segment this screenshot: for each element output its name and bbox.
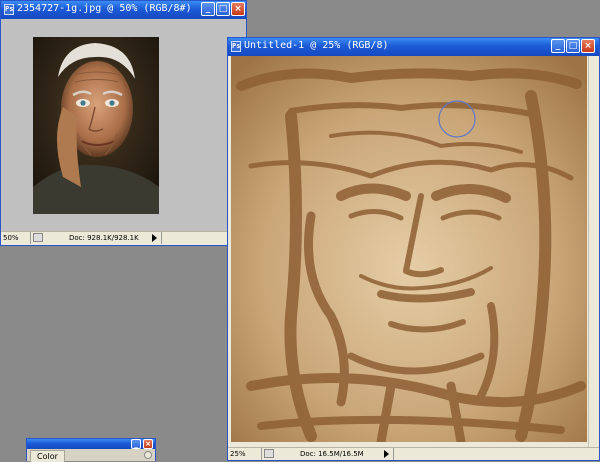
sketch-document-window[interactable]: Ps Untitled-1 @ 25% (RGB/8) _ □ × 25% Do…	[227, 37, 600, 461]
maximize-button[interactable]: □	[216, 2, 230, 16]
horizontal-scrollbar[interactable]	[393, 448, 598, 460]
minimize-button[interactable]: _	[201, 2, 215, 16]
status-menu-icon[interactable]	[264, 449, 274, 458]
maximize-button[interactable]: □	[566, 39, 580, 53]
color-panel-tabbar: Color	[27, 449, 155, 462]
close-button[interactable]: ×	[231, 2, 245, 16]
photo-window-title: 2354727-1g.jpg @ 50% (RGB/8#)	[17, 3, 192, 14]
color-panel-titlebar[interactable]: _ ×	[27, 439, 155, 449]
ps-document-icon: Ps	[4, 4, 14, 15]
vertical-scrollbar[interactable]	[588, 56, 599, 447]
photo-canvas-area[interactable]	[1, 19, 246, 232]
document-size: Doc: 16.5M/16.5M	[300, 450, 364, 458]
close-button[interactable]: ×	[143, 439, 153, 449]
photo-window-titlebar[interactable]: Ps 2354727-1g.jpg @ 50% (RGB/8#) _ □ ×	[1, 1, 246, 19]
minimize-button[interactable]: _	[551, 39, 565, 53]
sketch-window-title: Untitled-1 @ 25% (RGB/8)	[244, 40, 389, 51]
document-size: Doc: 928.1K/928.1K	[69, 234, 139, 242]
status-menu-icon[interactable]	[33, 233, 43, 242]
minimize-button[interactable]: _	[131, 439, 141, 449]
tab-color[interactable]: Color	[30, 450, 65, 462]
sketch-canvas[interactable]	[231, 56, 587, 442]
photo-document-window[interactable]: Ps 2354727-1g.jpg @ 50% (RGB/8#) _ □ × 5…	[0, 0, 247, 246]
portrait-photo	[33, 37, 159, 214]
sketch-window-titlebar[interactable]: Ps Untitled-1 @ 25% (RGB/8) _ □ ×	[228, 38, 599, 56]
status-arrow-icon[interactable]	[384, 450, 389, 458]
photo-window-statusbar: 50% Doc: 928.1K/928.1K	[1, 231, 246, 245]
ps-document-icon: Ps	[231, 41, 241, 52]
sketch-window-statusbar: 25% Doc: 16.5M/16.5M	[228, 447, 599, 460]
zoom-level[interactable]: 50%	[1, 232, 31, 244]
status-arrow-icon[interactable]	[152, 234, 157, 242]
panel-menu-icon[interactable]	[144, 451, 152, 459]
close-button[interactable]: ×	[581, 39, 595, 53]
color-panel[interactable]: _ × Color	[26, 438, 156, 462]
zoom-level[interactable]: 25%	[228, 448, 262, 460]
